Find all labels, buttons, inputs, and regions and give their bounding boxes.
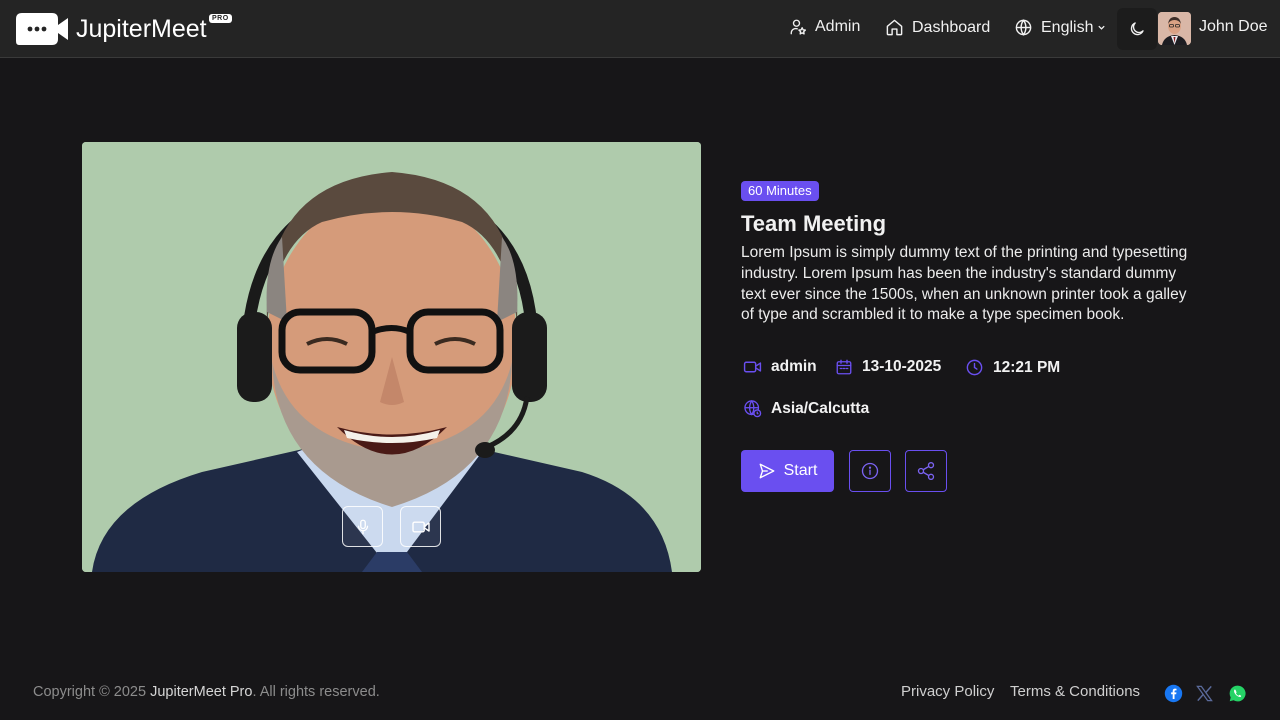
- camera-preview-image: [82, 142, 701, 572]
- start-meeting-button[interactable]: Start: [741, 450, 834, 492]
- video-camera-icon: [411, 520, 430, 533]
- meeting-timezone: Asia/Calcutta: [743, 399, 869, 418]
- top-header: JupiterMeet PRO Admin Dashboard English: [0, 0, 1280, 58]
- send-icon: [759, 463, 775, 479]
- app-name: JupiterMeet: [76, 15, 207, 43]
- app-logo[interactable]: JupiterMeet PRO: [16, 11, 232, 47]
- host-name: admin: [771, 358, 817, 375]
- copyright-prefix: Copyright © 2025: [33, 684, 151, 700]
- meeting-info-button[interactable]: [849, 450, 891, 492]
- date-value: 13-10-2025: [862, 358, 942, 375]
- user-star-icon: [790, 19, 807, 35]
- terms-conditions-link[interactable]: Terms & Conditions: [1010, 683, 1140, 700]
- pro-badge: PRO: [209, 14, 232, 23]
- copyright-suffix: . All rights reserved.: [252, 684, 380, 700]
- nav-dashboard[interactable]: Dashboard: [885, 18, 990, 37]
- avatar[interactable]: [1158, 12, 1191, 45]
- user-name[interactable]: John Doe: [1199, 18, 1268, 36]
- camera-toggle-button[interactable]: [400, 506, 441, 547]
- chat-bubble-logo-icon: [16, 13, 68, 45]
- copyright-brand: JupiterMeet Pro: [150, 684, 253, 700]
- language-label: English: [1041, 18, 1094, 36]
- clock-icon: [966, 359, 983, 376]
- x-icon[interactable]: [1195, 684, 1214, 703]
- duration-badge: 60 Minutes: [741, 181, 819, 201]
- microphone-icon: [357, 519, 368, 534]
- calendar-icon: [836, 359, 852, 375]
- language-select[interactable]: English: [1014, 18, 1106, 37]
- meeting-title: Team Meeting: [741, 211, 887, 236]
- time-value: 12:21 PM: [993, 358, 1061, 376]
- moon-icon: [1130, 22, 1144, 36]
- video-camera-icon: [743, 361, 762, 373]
- nav-admin[interactable]: Admin: [789, 18, 860, 36]
- meeting-date: 13-10-2025: [835, 358, 941, 376]
- meeting-host: admin: [743, 358, 817, 376]
- globe-clock-icon: [744, 399, 762, 418]
- camera-preview: [82, 142, 701, 572]
- privacy-policy-link[interactable]: Privacy Policy: [901, 683, 994, 700]
- nav-dashboard-label: Dashboard: [912, 18, 991, 36]
- meeting-description: Lorem Ipsum is simply dummy text of the …: [741, 244, 1188, 324]
- whatsapp-icon[interactable]: [1228, 684, 1247, 703]
- home-icon: [886, 19, 903, 36]
- user-photo: [1158, 12, 1191, 45]
- meeting-time: 12:21 PM: [965, 358, 1060, 377]
- chevron-down-icon: [1098, 25, 1106, 30]
- info-icon: [861, 462, 879, 480]
- nav-admin-label: Admin: [815, 18, 861, 35]
- facebook-icon[interactable]: [1164, 684, 1183, 703]
- start-label: Start: [783, 462, 818, 479]
- globe-icon: [1015, 19, 1032, 36]
- copyright-text: Copyright © 2025 JupiterMeet Pro. All ri…: [33, 684, 380, 700]
- share-icon: [917, 462, 935, 480]
- share-meeting-button[interactable]: [905, 450, 947, 492]
- timezone-value: Asia/Calcutta: [771, 399, 870, 417]
- microphone-toggle-button[interactable]: [342, 506, 383, 547]
- theme-toggle-button[interactable]: [1117, 8, 1157, 50]
